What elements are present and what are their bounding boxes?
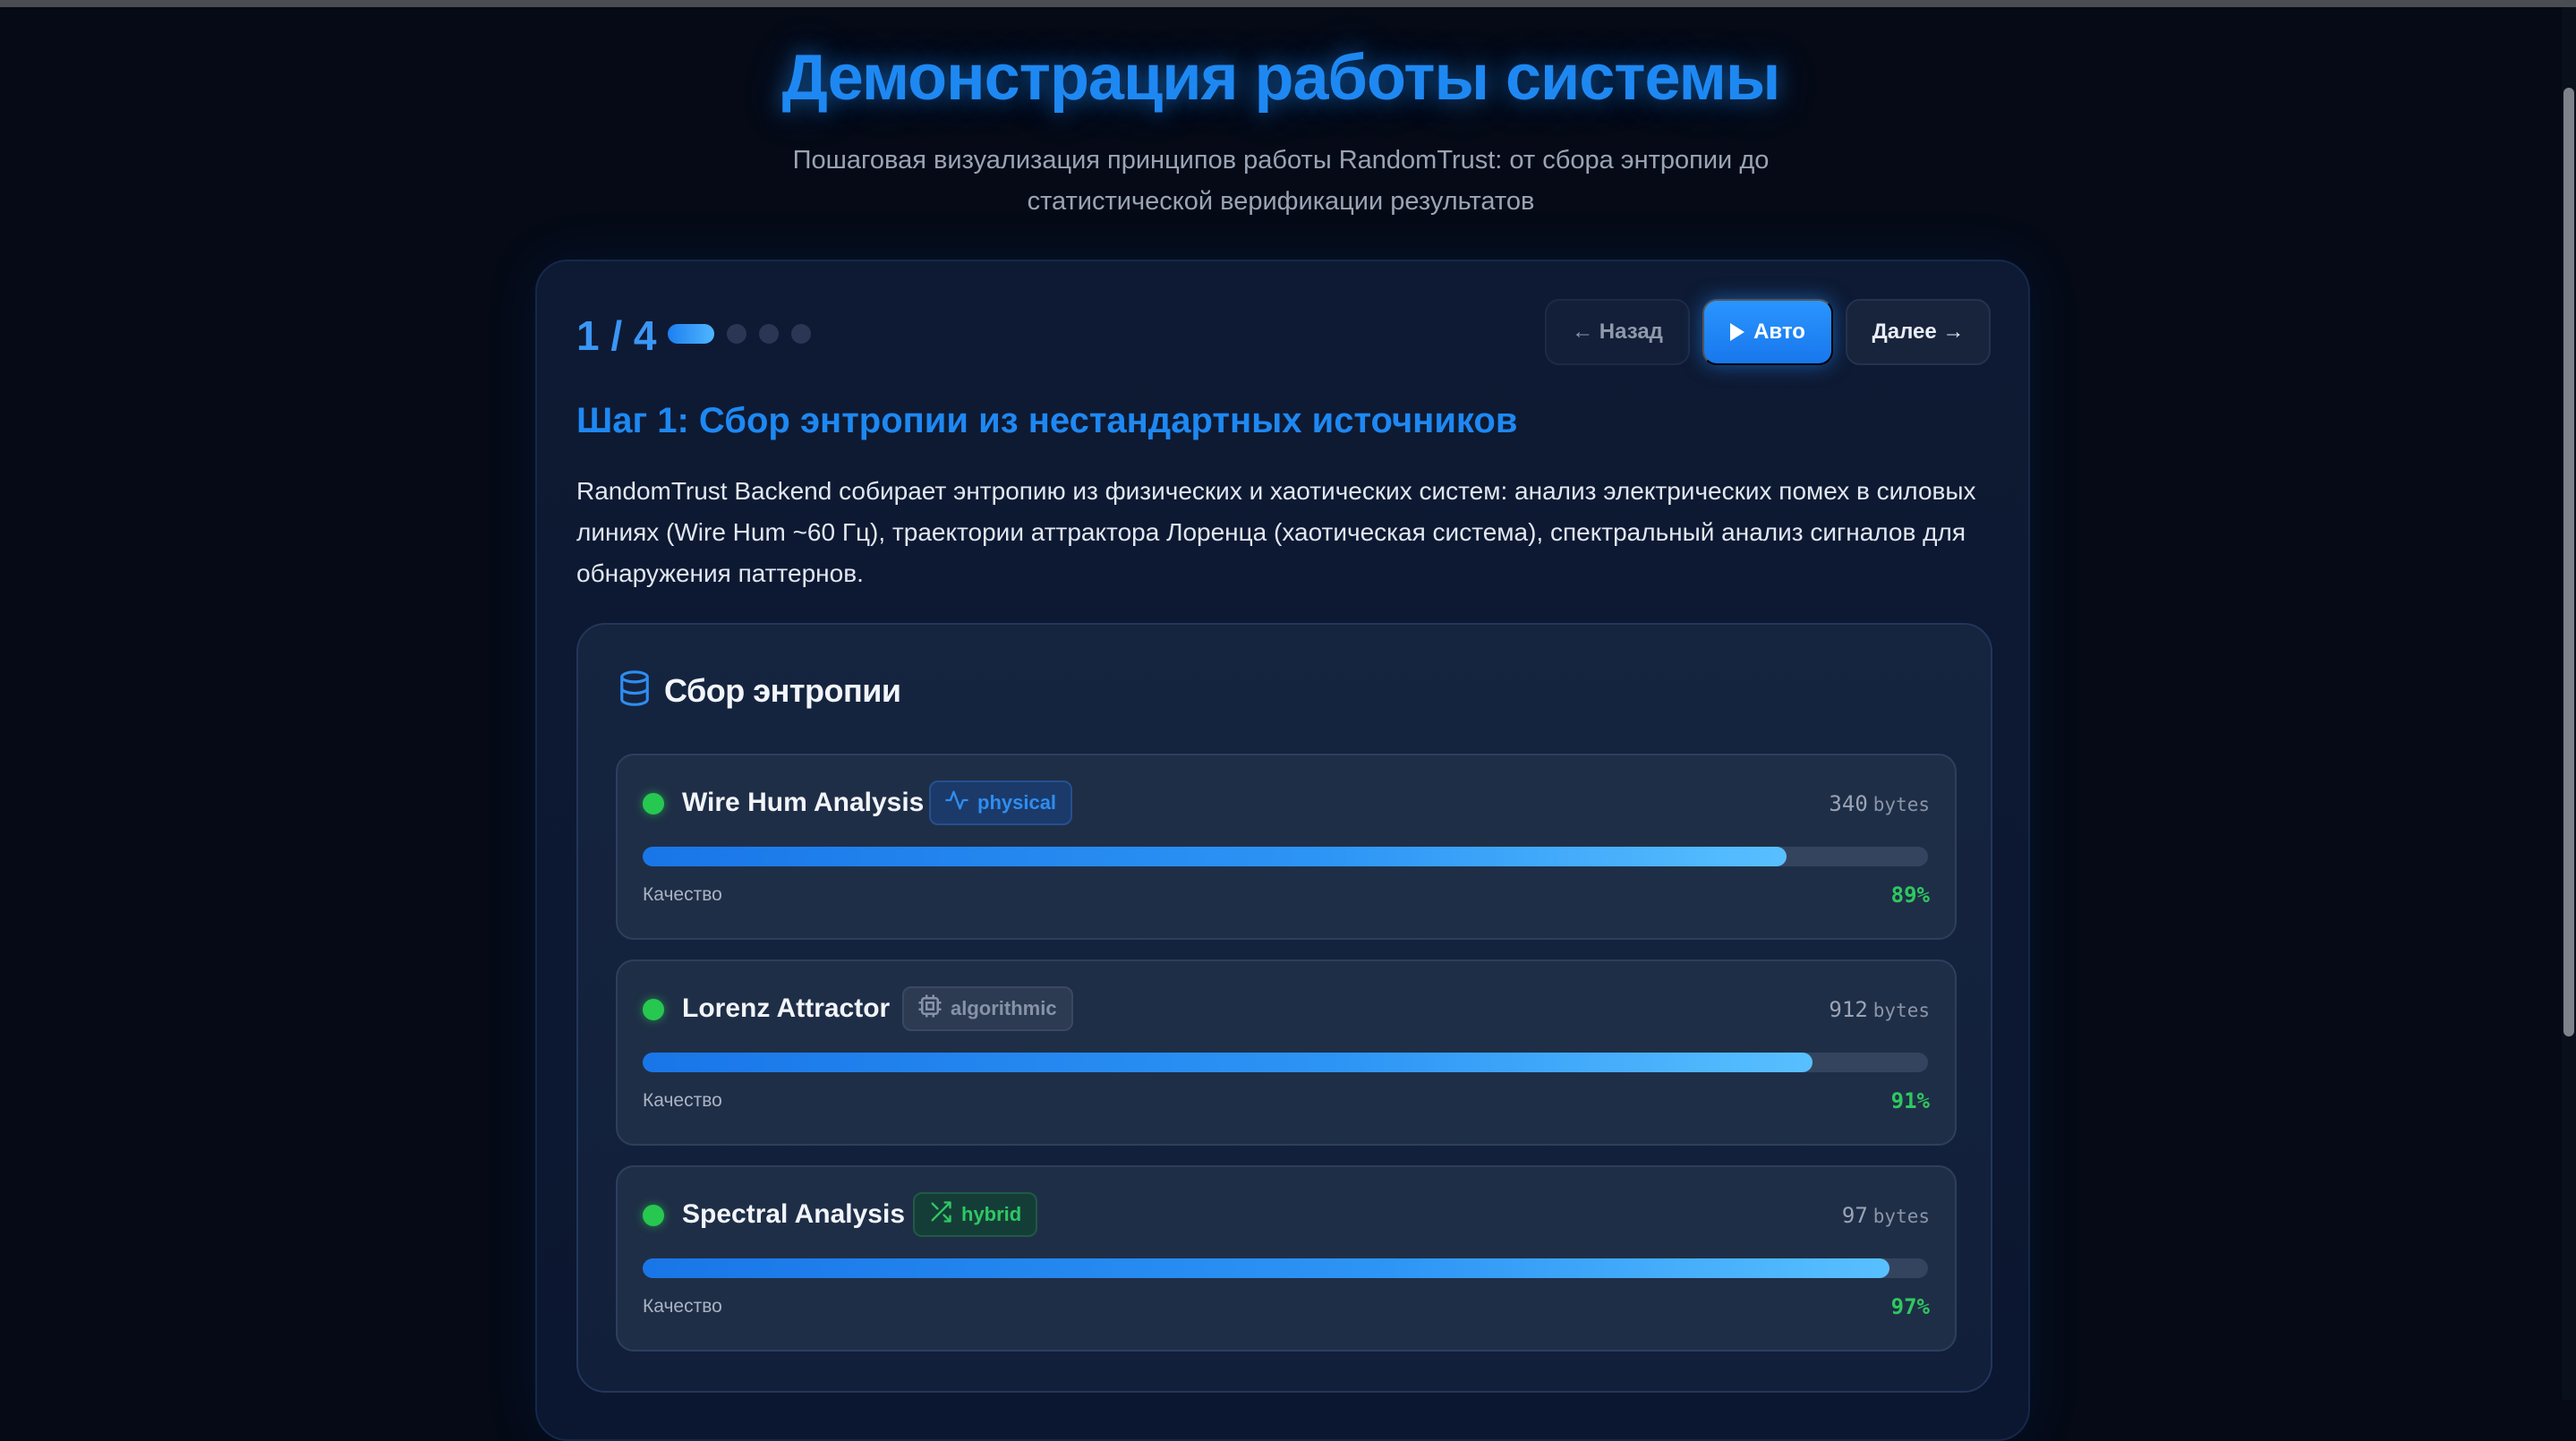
source-tag-label: algorithmic	[951, 997, 1057, 1019]
source-bytes: 340 bytes	[1829, 791, 1930, 816]
step-dot-2[interactable]	[727, 324, 746, 344]
quality-progress-bar	[643, 847, 1928, 866]
step-title: Шаг 1: Сбор энтропии из нестандартных ис…	[576, 401, 1518, 440]
page-title: Демонстрация работы системы	[781, 42, 1781, 114]
back-button[interactable]: ← Назад	[1545, 299, 1690, 365]
entropy-card-title: Сбор энтропии	[664, 671, 901, 709]
step-dots	[668, 324, 811, 344]
step-dot-4[interactable]	[791, 324, 811, 344]
source-bytes: 912 bytes	[1829, 997, 1930, 1022]
database-icon	[618, 669, 652, 712]
source-tag-badge: algorithmic	[902, 986, 1073, 1031]
quality-value: 97%	[1890, 1294, 1930, 1319]
play-icon	[1730, 323, 1745, 341]
source-name: Spectral Analysis	[682, 1199, 906, 1229]
quality-value: 91%	[1890, 1088, 1930, 1113]
quality-progress-bar	[643, 1258, 1928, 1278]
quality-progress-fill	[643, 1258, 1889, 1278]
bytes-unit: bytes	[1872, 794, 1930, 815]
page-subtitle: Пошаговая визуализация принципов работы …	[792, 146, 1770, 216]
bytes-unit: bytes	[1872, 1206, 1930, 1227]
quality-label: Качество	[643, 1090, 722, 1111]
source-bytes: 97 bytes	[1842, 1203, 1930, 1228]
quality-label: Качество	[643, 1296, 722, 1317]
activity-icon	[943, 788, 970, 818]
entropy-card: Сбор энтропии Wire Hum Analysis physical…	[576, 623, 1992, 1393]
shuffle-icon	[927, 1199, 954, 1230]
quality-value: 89%	[1890, 883, 1930, 908]
auto-button-label: Авто	[1753, 320, 1805, 344]
entropy-card-header: Сбор энтропии	[618, 669, 901, 712]
demo-panel: 1 / 4 ← Назад Авто Далее → Шаг 1: Сбор э…	[535, 260, 2030, 1441]
source-item-spectral: Spectral Analysis hybrid 97 bytes Качеств…	[616, 1165, 1957, 1351]
source-tag-badge: physical	[929, 780, 1073, 825]
source-bytes-value: 340	[1829, 791, 1868, 816]
source-name: Wire Hum Analysis	[682, 788, 925, 817]
next-button-label: Далее →	[1872, 320, 1965, 344]
step-dot-3[interactable]	[759, 324, 779, 344]
window-top-bar	[0, 0, 2576, 7]
source-tag-label: hybrid	[961, 1203, 1022, 1225]
quality-progress-fill	[643, 1053, 1813, 1072]
back-button-label: ← Назад	[1572, 320, 1663, 344]
status-dot	[643, 1205, 664, 1226]
source-bytes-value: 912	[1829, 997, 1868, 1022]
page-header: Демонстрация работы системы Пошаговая ви…	[0, 41, 2562, 222]
step-description: RandomTrust Backend собирает энтропию из…	[576, 477, 1976, 587]
source-bytes-value: 97	[1841, 1203, 1868, 1228]
status-dot	[643, 793, 664, 814]
source-tag-label: physical	[977, 791, 1057, 814]
cpu-icon	[917, 993, 943, 1025]
source-tag-badge: hybrid	[913, 1192, 1038, 1237]
status-dot	[643, 999, 664, 1020]
quality-progress-bar	[643, 1053, 1928, 1072]
source-item-wire-hum: Wire Hum Analysis physical 340 bytes Каче…	[616, 754, 1957, 940]
quality-progress-fill	[643, 847, 1787, 866]
step-dot-1[interactable]	[668, 324, 714, 344]
scrollbar-thumb[interactable]	[2563, 88, 2574, 1036]
bytes-unit: bytes	[1872, 1000, 1930, 1021]
source-name: Lorenz Attractor	[682, 993, 891, 1023]
scrollbar[interactable]	[2562, 7, 2576, 1400]
source-item-lorenz: Lorenz Attractor algorithmic 912 bytes Ка…	[616, 959, 1957, 1146]
auto-play-button[interactable]: Авто	[1702, 299, 1833, 365]
step-counter: 1 / 4	[576, 312, 657, 359]
quality-label: Качество	[643, 884, 722, 905]
next-button[interactable]: Далее →	[1846, 299, 1991, 365]
